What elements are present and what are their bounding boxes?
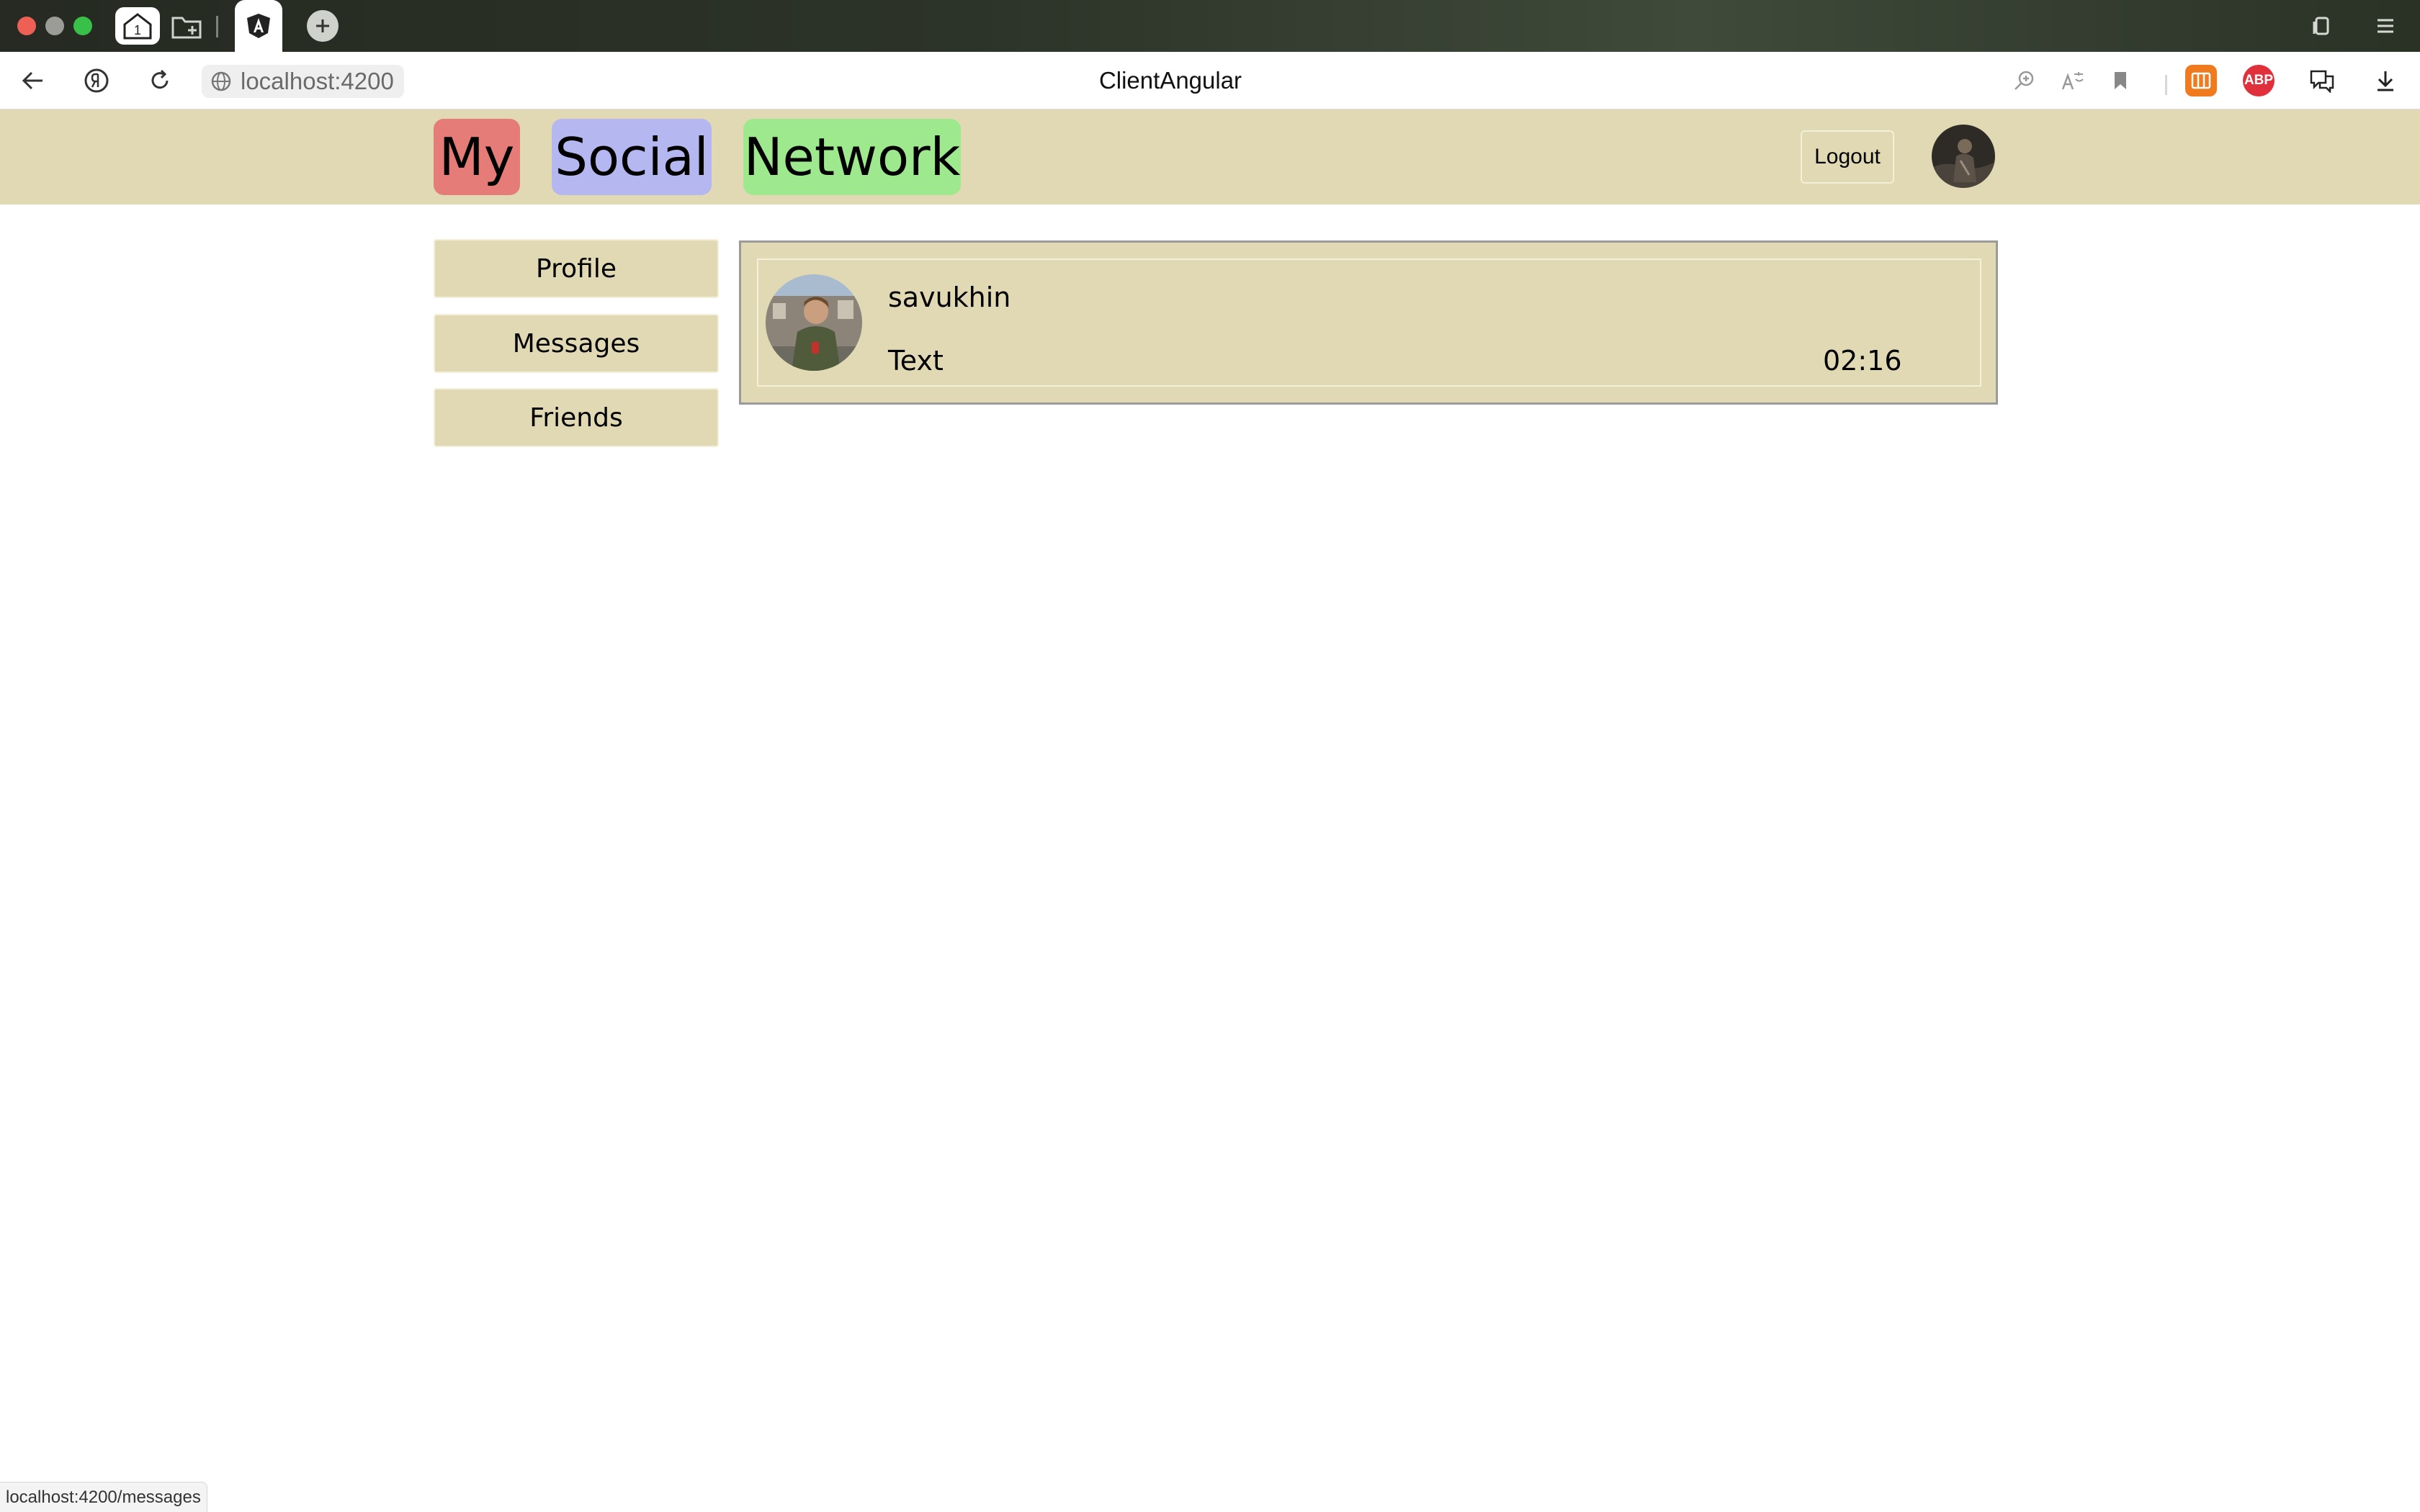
message-time: 02:16	[1823, 345, 1902, 377]
bookmark-icon	[2115, 72, 2126, 89]
downloads-button[interactable]	[2368, 63, 2403, 98]
address-bar[interactable]: localhost:4200	[202, 65, 404, 98]
tabs-list-button[interactable]	[2308, 12, 2336, 40]
download-icon	[2378, 71, 2393, 91]
chat-icon	[2310, 70, 2334, 93]
app-header	[0, 109, 2420, 204]
link-status-bar: localhost:4200/messages	[0, 1482, 207, 1512]
browser-toolbar: localhost:4200 ClientAngular ABP	[0, 52, 2420, 109]
browser-tab-bar: 1	[0, 0, 2420, 52]
page-title: ClientAngular	[1098, 67, 1242, 94]
tabs-icon	[2313, 17, 2329, 35]
browser-menu-button[interactable]	[2371, 12, 2400, 40]
message-username: savukhin	[888, 282, 1011, 313]
svg-text:1: 1	[134, 23, 141, 37]
messages-panel: savukhin Text 02:16	[739, 240, 1998, 405]
reload-button[interactable]	[143, 63, 177, 98]
home-icon: 1	[123, 13, 152, 40]
extension-icon	[2191, 72, 2211, 89]
reload-icon	[151, 69, 169, 89]
toolbar-separator	[2165, 75, 2167, 95]
logo-word-my[interactable]: My	[434, 119, 520, 195]
tab-separator	[216, 16, 218, 37]
maximize-window-button[interactable]	[73, 17, 92, 35]
minimize-window-button[interactable]	[45, 17, 64, 35]
message-preview-text: Text	[888, 345, 944, 377]
home-tab[interactable]: 1	[115, 7, 160, 45]
zoom-in-icon	[2015, 71, 2034, 90]
bookmark-button[interactable]	[2103, 63, 2138, 98]
new-tab-button[interactable]	[307, 10, 339, 42]
globe-icon	[211, 71, 231, 91]
arrow-left-icon	[22, 71, 42, 90]
yandex-icon	[84, 68, 109, 93]
hamburger-menu-icon	[2378, 19, 2393, 33]
user-avatar[interactable]	[1932, 125, 1995, 188]
message-avatar	[766, 274, 862, 371]
translate-button[interactable]	[2056, 63, 2090, 98]
sidebar-item-friends[interactable]: Friends	[434, 388, 719, 447]
extension-button[interactable]	[2185, 65, 2217, 96]
translate-icon	[2061, 72, 2084, 90]
logo-word-network[interactable]: Network	[743, 119, 961, 195]
logout-button[interactable]: Logout	[1801, 130, 1894, 184]
message-list-item[interactable]: savukhin Text 02:16	[757, 258, 1981, 387]
sidebar-item-profile[interactable]: Profile	[434, 239, 719, 298]
sidebar-item-messages[interactable]: Messages	[434, 314, 719, 373]
back-button[interactable]	[16, 63, 50, 98]
chat-button[interactable]	[2305, 63, 2339, 98]
zoom-button[interactable]	[2007, 63, 2041, 98]
new-tab-group-button[interactable]	[164, 7, 209, 45]
logo-word-social[interactable]: Social	[552, 119, 712, 195]
adblock-plus-button[interactable]: ABP	[2243, 65, 2275, 96]
address-url: localhost:4200	[241, 68, 394, 94]
avatar-photo	[766, 274, 862, 371]
angular-favicon-icon	[247, 14, 270, 38]
folder-plus-icon	[171, 17, 202, 39]
avatar-photo	[1932, 125, 1995, 188]
plus-icon	[316, 19, 329, 32]
yandex-button[interactable]	[79, 63, 114, 98]
close-window-button[interactable]	[17, 17, 36, 35]
tab-client-angular[interactable]	[235, 0, 282, 52]
